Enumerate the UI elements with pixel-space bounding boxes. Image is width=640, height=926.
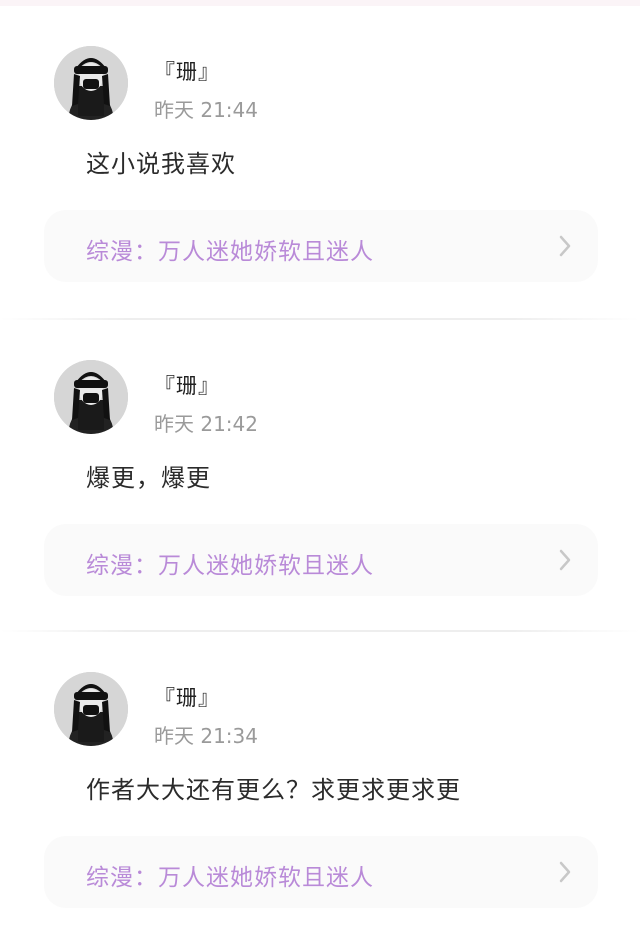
username[interactable]: 『珊』 [154, 682, 220, 712]
username[interactable]: 『珊』 [154, 370, 220, 400]
book-title: 综漫：万人迷她娇软且迷人 [86, 865, 374, 891]
avatar[interactable] [54, 672, 128, 746]
comment-item: 『珊』 昨天 21:44 这小说我喜欢 综漫：万人迷她娇软且迷人 [0, 0, 640, 300]
book-link-card[interactable]: 综漫：万人迷她娇软且迷人 [44, 210, 598, 282]
chevron-right-icon [559, 861, 571, 883]
user-avatar-icon [54, 672, 128, 746]
timestamp: 昨天 21:44 [154, 98, 258, 122]
comment-text: 这小说我喜欢 [86, 150, 236, 178]
username[interactable]: 『珊』 [154, 56, 220, 86]
chevron-right-icon [559, 235, 571, 257]
chevron-right-icon [559, 549, 571, 571]
timestamp: 昨天 21:42 [154, 412, 258, 436]
book-link-card[interactable]: 综漫：万人迷她娇软且迷人 [44, 836, 598, 908]
avatar[interactable] [54, 46, 128, 120]
comment-text: 爆更，爆更 [86, 464, 211, 492]
timestamp: 昨天 21:34 [154, 724, 258, 748]
user-avatar-icon [54, 360, 128, 434]
comment-item: 『珊』 昨天 21:34 作者大大还有更么？求更求更求更 综漫：万人迷她娇软且迷… [0, 626, 640, 926]
comment-text: 作者大大还有更么？求更求更求更 [86, 776, 461, 804]
comment-item: 『珊』 昨天 21:42 爆更，爆更 综漫：万人迷她娇软且迷人 [0, 314, 640, 614]
book-title: 综漫：万人迷她娇软且迷人 [86, 553, 374, 579]
book-title: 综漫：万人迷她娇软且迷人 [86, 239, 374, 265]
user-avatar-icon [54, 46, 128, 120]
avatar[interactable] [54, 360, 128, 434]
book-link-card[interactable]: 综漫：万人迷她娇软且迷人 [44, 524, 598, 596]
